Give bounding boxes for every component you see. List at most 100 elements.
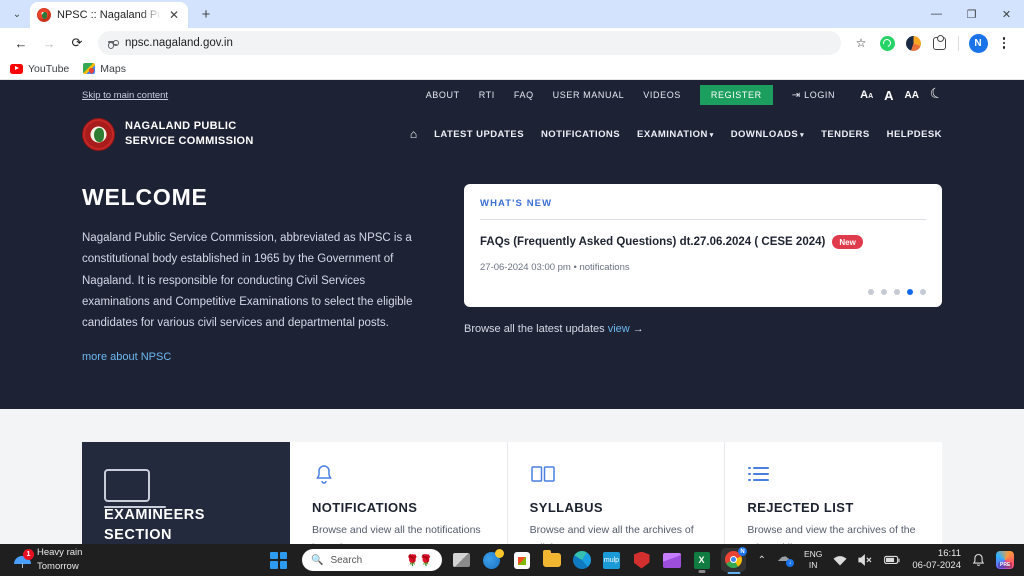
excel-icon[interactable]: X [691, 550, 712, 573]
status-badge: New [832, 235, 863, 249]
whats-new-card: WHAT'S NEW FAQs (Frequently Asked Questi… [464, 184, 942, 307]
whats-new-item[interactable]: FAQs (Frequently Asked Questions) dt.27.… [480, 220, 926, 273]
extensions-puzzle-icon[interactable] [927, 31, 951, 55]
new-tab-button[interactable]: + [193, 1, 219, 27]
close-window-button[interactable]: ✕ [989, 0, 1024, 28]
close-icon[interactable]: ✕ [167, 9, 181, 21]
utility-bar: Skip to main content ABOUT RTI FAQ USER … [0, 80, 1024, 110]
copilot-tray-icon[interactable]: PRE [996, 551, 1014, 569]
back-icon[interactable]: ← [8, 30, 34, 56]
view-updates-link[interactable]: view [608, 323, 630, 335]
card-syllabus[interactable]: SYLLABUS Browse and view all the archive… [507, 442, 726, 544]
notification-bell-icon[interactable] [972, 553, 985, 567]
utility-link-about[interactable]: ABOUT [426, 90, 460, 100]
profile-avatar[interactable]: N [966, 31, 990, 55]
tab-search-dropdown-icon[interactable]: ⌄ [4, 1, 30, 27]
login-label: LOGIN [804, 90, 836, 100]
login-button[interactable]: ⇥ LOGIN [792, 90, 835, 101]
dark-mode-toggle-icon[interactable] [930, 89, 942, 101]
purple-app-icon[interactable] [661, 550, 682, 571]
bookmark-star-icon[interactable]: ☆ [849, 31, 873, 55]
google-chrome-icon-active[interactable]: N [721, 547, 747, 574]
clock[interactable]: 16:11 06-07-2024 [912, 548, 961, 573]
search-input[interactable]: 🔍 Search 🌹🌹 [302, 549, 442, 571]
card-body: Browse and view all the notifications is… [312, 524, 481, 544]
card-notifications[interactable]: NOTIFICATIONS Browse and view all the no… [290, 442, 508, 544]
main-navigation: ⌂ LATEST UPDATES NOTIFICATIONS EXAMINATI… [410, 127, 942, 141]
task-view-button[interactable] [451, 550, 472, 571]
font-normal-button[interactable]: A [884, 88, 893, 103]
taskbar-center: 🔍 Search 🌹🌹 mulp X N [270, 547, 747, 574]
language-line-1: ENG [803, 549, 823, 560]
card-title: EXAMINEERS SECTION [104, 507, 205, 543]
site-logo[interactable]: NAGALAND PUBLIC SERVICE COMMISSION [82, 117, 254, 151]
skip-to-main-content-link[interactable]: Skip to main content [82, 90, 168, 101]
nav-notifications[interactable]: NOTIFICATIONS [541, 129, 620, 140]
mcafee-icon[interactable] [631, 550, 652, 571]
weather-widget[interactable]: 1 Heavy rain Tomorrow [0, 546, 270, 574]
maximize-button[interactable]: ❐ [954, 0, 989, 28]
home-icon[interactable]: ⌂ [410, 127, 417, 141]
utility-link-user-manual[interactable]: USER MANUAL [553, 90, 625, 100]
carousel-dot[interactable] [868, 289, 874, 295]
card-title: NOTIFICATIONS [312, 500, 418, 516]
minimize-button[interactable]: — [919, 0, 954, 28]
nav-examination[interactable]: EXAMINATION ▾ [637, 129, 714, 140]
microsoft-store-icon[interactable] [511, 550, 532, 571]
nav-tenders[interactable]: TENDERS [821, 129, 870, 140]
tab-title: NPSC :: Nagaland Public Service [57, 9, 161, 21]
copilot-badge-label: PRE [998, 562, 1013, 568]
tray-expand-icon[interactable]: ⌃ [758, 555, 766, 566]
start-button[interactable] [270, 551, 287, 569]
nav-helpdesk[interactable]: HELPDESK [887, 129, 942, 140]
onedrive-icon[interactable]: ↓ [777, 549, 794, 567]
bookmarks-bar: YouTube Maps [0, 58, 1024, 80]
wifi-icon[interactable] [833, 555, 847, 566]
carousel-dot[interactable] [894, 289, 900, 295]
card-examineers-section[interactable]: EXAMINEERS SECTION [82, 442, 290, 544]
reload-icon[interactable]: ⟳ [64, 30, 90, 56]
register-button[interactable]: REGISTER [699, 85, 773, 105]
hero-body-text: Nagaland Public Service Commission, abbr… [82, 232, 413, 330]
carousel-dot[interactable] [920, 289, 926, 295]
font-decrease-button[interactable]: AA [860, 89, 873, 101]
npsc-favicon-icon [37, 8, 51, 22]
browser-tab[interactable]: NPSC :: Nagaland Public Service ✕ [30, 2, 188, 28]
card-body: Browse and view all the archives of syll… [529, 524, 694, 544]
page-title: WELCOME [82, 184, 208, 210]
utility-link-rti[interactable]: RTI [479, 90, 495, 100]
youtube-icon [10, 63, 23, 74]
chrome-menu-icon[interactable] [992, 31, 1016, 55]
file-explorer-icon[interactable] [541, 550, 562, 571]
font-increase-button[interactable]: AA [905, 90, 919, 101]
more-about-npsc-link[interactable]: more about NPSC [82, 351, 171, 363]
utility-link-videos[interactable]: VIDEOS [643, 90, 681, 100]
language-indicator[interactable]: ENG IN [804, 549, 822, 570]
carousel-dot[interactable] [881, 289, 887, 295]
site-settings-icon[interactable] [108, 39, 119, 48]
hero-section: WELCOME Nagaland Public Service Commissi… [0, 158, 1024, 409]
mulp-app-icon[interactable]: mulp [601, 550, 622, 571]
nav-latest-updates[interactable]: LATEST UPDATES [434, 129, 524, 140]
quick-links-row: EXAMINEERS SECTION NOTIFICATIONS Browse … [82, 442, 943, 544]
system-tray: ⌃ ↓ ENG IN 16:11 06-07-2024 [758, 548, 1024, 573]
card-rejected-list[interactable]: REJECTED LIST Browse and view the archiv… [725, 442, 943, 544]
bookmark-maps[interactable]: Maps [83, 63, 126, 75]
battery-icon[interactable] [884, 555, 901, 565]
carousel-dot-active[interactable] [907, 289, 913, 295]
volume-muted-icon[interactable] [858, 554, 873, 566]
extension-blob-icon[interactable] [901, 31, 925, 55]
forward-icon: → [42, 35, 56, 51]
whats-new-item-meta: 27-06-2024 03:00 pm • notifications [480, 262, 630, 273]
whatsapp-extension-icon[interactable] [875, 31, 899, 55]
address-bar[interactable]: npsc.nagaland.gov.in [98, 31, 841, 55]
microsoft-edge-icon[interactable] [571, 550, 592, 571]
site-dark-section: Skip to main content ABOUT RTI FAQ USER … [0, 80, 1024, 410]
bookmark-youtube[interactable]: YouTube [10, 63, 69, 75]
hero-text-column: WELCOME Nagaland Public Service Commissi… [82, 184, 422, 365]
utility-link-faq[interactable]: FAQ [514, 90, 534, 100]
laptop-icon [104, 469, 268, 509]
nav-downloads[interactable]: DOWNLOADS ▾ [731, 129, 804, 140]
copilot-taskbar-icon[interactable] [481, 548, 504, 571]
windows-taskbar: 1 Heavy rain Tomorrow 🔍 Search 🌹🌹 mulp X [0, 544, 1024, 576]
